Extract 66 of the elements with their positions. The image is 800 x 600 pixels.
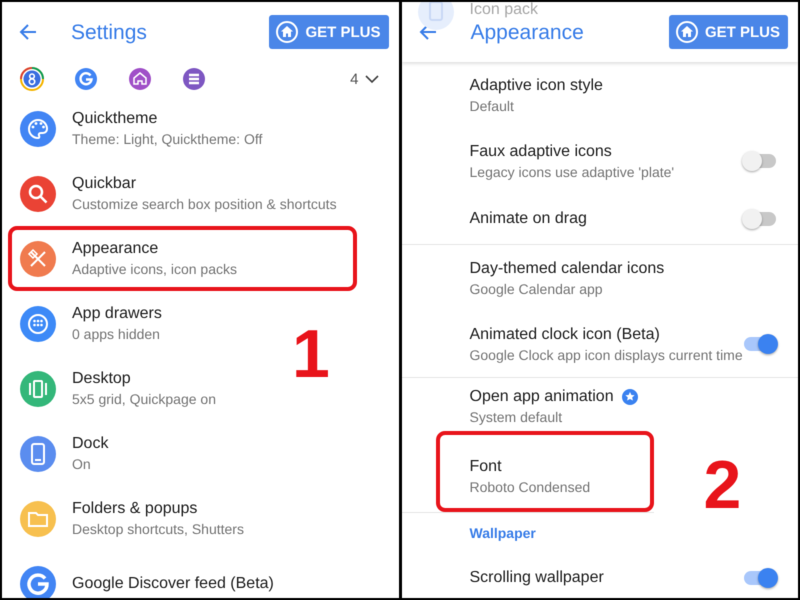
section-header: Wallpaper: [470, 525, 536, 541]
item-title: Google Discover feed (Beta): [72, 574, 274, 592]
item-title: Folders & popups: [72, 500, 198, 518]
settings-item[interactable]: Adaptive icon style Default: [402, 62, 798, 128]
item-title: Font: [470, 458, 502, 476]
item-title: Quickbar: [72, 175, 136, 193]
toggle-switch[interactable]: [744, 154, 776, 168]
chevron-down-icon: [364, 74, 378, 84]
google-g-icon: [74, 67, 98, 91]
list-icon: [182, 67, 206, 91]
item-title: Adaptive icon style: [470, 76, 603, 94]
item-subtitle: 0 apps hidden: [72, 326, 161, 342]
item-subtitle: Google Calendar app: [470, 280, 604, 296]
settings-item[interactable]: Day-themed calendar icons Google Calendar app: [402, 245, 798, 311]
item-subtitle: Customize search box position & shortcuts: [72, 196, 337, 212]
item-title: App drawers: [72, 305, 162, 323]
settings-item[interactable]: Scrolling wallpaper: [402, 553, 798, 598]
settings-item[interactable]: Google Discover feed (Beta): [2, 551, 282, 598]
settings-item[interactable]: Quicktheme Theme: Light, Quicktheme: Off: [2, 96, 270, 161]
item-subtitle: On: [72, 456, 92, 472]
settings-item[interactable]: Open app animation System default: [402, 378, 798, 431]
item-title: Day-themed calendar icons: [470, 260, 664, 278]
settings-item[interactable]: Animated clock icon (Beta) Google Clock app icon displays current time: [402, 311, 798, 378]
home-icon: [674, 20, 699, 44]
back-icon[interactable]: [19, 23, 39, 41]
item-subtitle: Roboto Condensed: [470, 479, 592, 495]
settings-item[interactable]: App drawers 0 apps hidden: [2, 291, 170, 356]
item-title: Open app animation: [470, 388, 614, 406]
item-subtitle: Default: [470, 98, 515, 114]
item-title: Scrolling wallpaper: [470, 569, 604, 587]
settings-item[interactable]: Appearance Adaptive icons, icon packs: [2, 226, 398, 291]
item-title: Animated clock icon (Beta): [470, 326, 660, 344]
settings-item[interactable]: Quickbar Customize search box position & shortcuts: [2, 161, 345, 226]
settings-item[interactable]: Animate on drag: [402, 194, 798, 245]
settings-item[interactable]: Folders & popups Desktop shortcuts, Shutters: [2, 486, 252, 551]
toggle-switch[interactable]: [744, 571, 776, 585]
get-plus-button[interactable]: GET PLUS: [269, 15, 388, 49]
item-subtitle: System default: [470, 409, 564, 425]
settings-item[interactable]: Dock On: [2, 421, 116, 486]
settings-item[interactable]: Faux adaptive icons Legacy icons use adaptive 'plate': [402, 128, 798, 194]
settings-item[interactable]: Font Roboto Condensed: [402, 431, 654, 513]
home-icon: [128, 67, 152, 91]
toggle-switch[interactable]: [744, 212, 776, 226]
item-title: Desktop: [72, 370, 131, 388]
item-title: Quicktheme: [72, 110, 158, 128]
item-subtitle: Google Clock app icon displays current time: [470, 346, 744, 362]
step-number: 1: [292, 320, 330, 388]
item-subtitle: Legacy icons use adaptive 'plate': [470, 164, 676, 180]
item-title: Dock: [72, 435, 108, 453]
settings-item[interactable]: Desktop 5x5 grid, Quickpage on: [2, 356, 224, 421]
get-plus-button[interactable]: GET PLUS: [668, 15, 788, 49]
item-subtitle: Adaptive icons, icon packs: [72, 261, 238, 277]
faded-title: Icon pack: [470, 2, 538, 19]
toggle-switch[interactable]: [744, 337, 776, 351]
ring-badge-icon: [20, 67, 44, 91]
item-title: Appearance: [72, 240, 158, 258]
item-subtitle: 5x5 grid, Quickpage on: [72, 391, 216, 407]
item-subtitle: Theme: Light, Quicktheme: Off: [72, 131, 262, 147]
shortcut-count-dropdown[interactable]: 4: [350, 70, 378, 88]
item-subtitle: Desktop shortcuts, Shutters: [72, 521, 244, 537]
screen-title: Settings: [71, 21, 148, 45]
screen-title: Appearance: [470, 21, 585, 45]
item-title: Faux adaptive icons: [470, 142, 612, 160]
home-icon: [275, 20, 300, 44]
item-title: Animate on drag: [470, 210, 587, 228]
step-number: 2: [704, 451, 742, 519]
